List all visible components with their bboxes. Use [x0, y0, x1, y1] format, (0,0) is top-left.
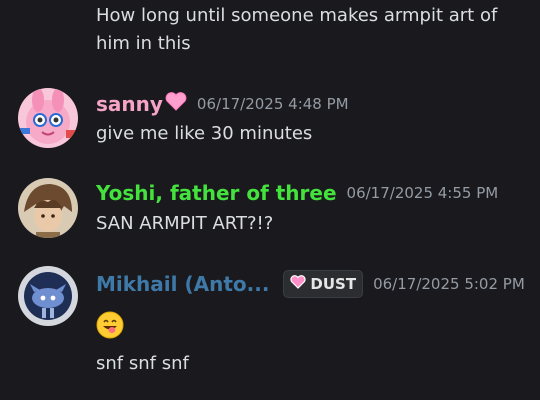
message-header-sanny: sanny 06/17/2025 4:48 PM — [96, 91, 349, 116]
username-sanny[interactable]: sanny — [96, 92, 163, 116]
server-tag[interactable]: DUST — [283, 270, 364, 298]
brown-hair-character-avatar-icon — [18, 178, 78, 238]
blue-creature-avatar-icon — [18, 266, 78, 326]
message-text: SAN ARMPIT ART?!? — [96, 213, 274, 234]
message-text: give me like 30 minutes — [96, 123, 313, 144]
avatar-sanny[interactable] — [18, 88, 78, 148]
username-mikhail[interactable]: Mikhail (Anto... — [96, 272, 269, 296]
grinning-tongue-emoji[interactable] — [96, 311, 124, 339]
message-text-line: How long until someone makes armpit art … — [96, 5, 498, 26]
timestamp[interactable]: 06/17/2025 4:48 PM — [197, 95, 349, 113]
timestamp[interactable]: 06/17/2025 5:02 PM — [373, 275, 525, 293]
avatar-mikhail[interactable] — [18, 266, 78, 326]
message-header-yoshi: Yoshi, father of three 06/17/2025 4:55 P… — [96, 181, 498, 205]
server-tag-label: DUST — [310, 275, 357, 293]
message-header-mikhail: Mikhail (Anto... DUST 06/17/2025 5:02 PM — [96, 270, 525, 298]
heart-badge-icon — [290, 275, 307, 293]
emoji-icon — [96, 311, 124, 339]
username-yoshi[interactable]: Yoshi, father of three — [96, 181, 337, 205]
heart-icon — [165, 91, 187, 116]
avatar-yoshi[interactable] — [18, 178, 78, 238]
message-text-line: him in this — [96, 33, 191, 54]
message-text: snf snf snf — [96, 353, 189, 374]
timestamp[interactable]: 06/17/2025 4:55 PM — [347, 184, 499, 202]
pink-bunny-avatar-icon — [18, 88, 78, 148]
